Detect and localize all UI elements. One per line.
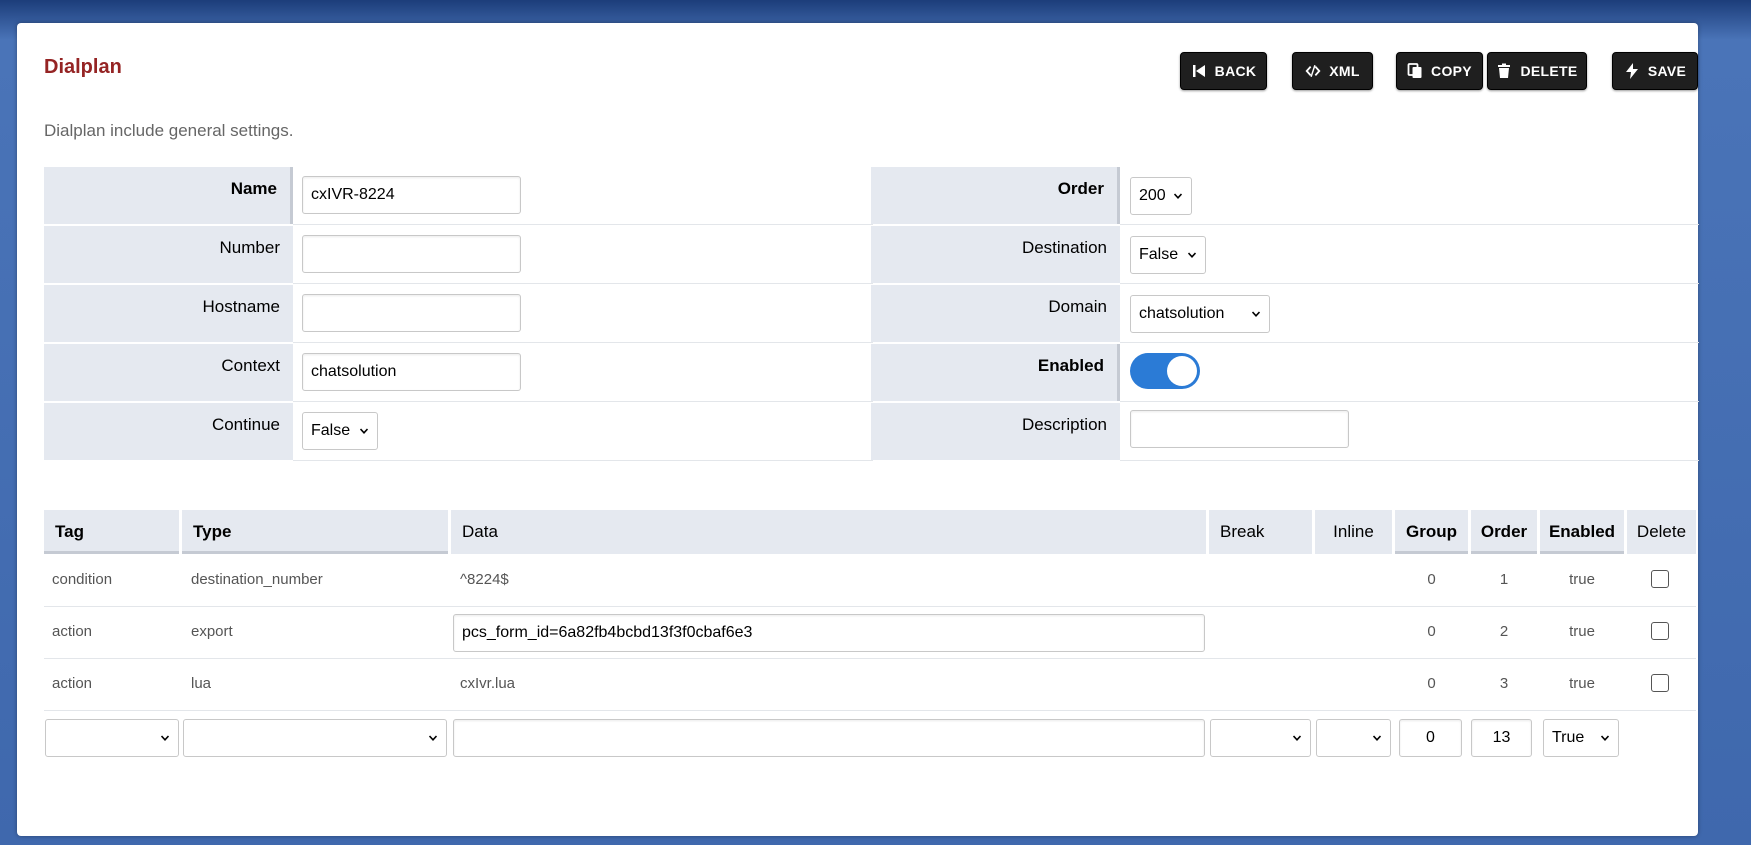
continue-select[interactable]: False — [302, 412, 378, 450]
new-enabled-select[interactable]: True — [1543, 719, 1619, 757]
cell-type: destination_number — [191, 571, 323, 588]
cell-enabled: true — [1569, 675, 1595, 692]
context-input[interactable] — [302, 353, 521, 391]
continue-cell — [293, 403, 873, 461]
chevron-down-icon — [1174, 193, 1182, 199]
enabled-label: Enabled — [871, 344, 1120, 401]
cell-tag: action — [52, 675, 93, 692]
chevron-down-icon — [360, 428, 368, 434]
table-row: condition destination_number ^8224$ 0 1 … — [44, 555, 1696, 607]
cell-order: 3 — [1499, 675, 1509, 692]
description-input[interactable] — [1130, 410, 1349, 448]
back-button-label: BACK — [1214, 63, 1257, 79]
new-enabled-value: True — [1552, 729, 1585, 746]
data-input[interactable] — [453, 614, 1205, 652]
cell-order: 2 — [1499, 623, 1509, 640]
destination-select[interactable]: False — [1130, 236, 1206, 274]
cell-enabled: true — [1569, 571, 1595, 588]
enabled-toggle[interactable] — [1130, 353, 1200, 389]
xml-button[interactable]: XML — [1292, 52, 1373, 90]
chevron-down-icon — [429, 735, 437, 741]
destination-cell — [1120, 226, 1699, 284]
cell-type: export — [191, 623, 233, 640]
domain-select-value: chatsolution — [1139, 305, 1225, 322]
order-select[interactable]: 200 — [1130, 177, 1192, 215]
cell-order: 1 — [1499, 571, 1509, 588]
new-type-select[interactable] — [183, 719, 447, 757]
chevron-down-icon — [1293, 735, 1301, 741]
continue-label: Continue — [44, 403, 293, 460]
toggle-knob — [1167, 356, 1197, 386]
col-header-break: Break — [1209, 510, 1312, 554]
destination-select-value: False — [1139, 246, 1179, 263]
bolt-icon — [1625, 63, 1638, 79]
enabled-cell — [1120, 344, 1699, 402]
table-row: action lua cxIvr.lua 0 3 true — [44, 659, 1696, 711]
cell-type: lua — [191, 675, 212, 692]
chevron-down-icon — [1601, 735, 1609, 741]
order-cell — [1120, 167, 1699, 225]
cell-data: cxIvr.lua — [460, 675, 516, 692]
cell-tag: action — [52, 623, 93, 640]
new-inline-select[interactable] — [1316, 719, 1391, 757]
order-label: Order — [871, 167, 1120, 224]
description-label: Description — [871, 403, 1120, 460]
page-description: Dialplan include general settings. — [44, 121, 294, 140]
delete-checkbox[interactable] — [1651, 674, 1669, 692]
hostname-label: Hostname — [44, 285, 293, 342]
name-input[interactable] — [302, 176, 521, 214]
code-icon — [1305, 65, 1321, 77]
order-select-value: 200 — [1139, 187, 1166, 204]
cell-group: 0 — [1427, 623, 1436, 640]
col-header-delete: Delete — [1627, 510, 1696, 554]
context-label: Context — [44, 344, 293, 401]
chevron-down-icon — [1188, 252, 1196, 258]
new-group-input[interactable] — [1399, 719, 1462, 757]
new-break-select[interactable] — [1210, 719, 1311, 757]
hostname-input[interactable] — [302, 294, 521, 332]
destination-label: Destination — [871, 226, 1120, 283]
delete-button[interactable]: DELETE — [1487, 52, 1587, 90]
cell-enabled: true — [1569, 623, 1595, 640]
page-title: Dialplan — [44, 56, 122, 78]
col-header-enabled: Enabled — [1540, 510, 1624, 554]
trash-icon — [1498, 63, 1511, 78]
chevron-down-icon — [1252, 311, 1260, 317]
back-button[interactable]: BACK — [1180, 52, 1267, 90]
delete-checkbox[interactable] — [1651, 570, 1669, 588]
save-button[interactable]: SAVE — [1612, 52, 1698, 90]
number-input[interactable] — [302, 235, 521, 273]
col-header-group: Group — [1395, 510, 1468, 554]
cell-tag: condition — [52, 571, 113, 588]
cell-group: 0 — [1427, 675, 1436, 692]
new-data-input[interactable] — [453, 719, 1205, 757]
save-button-label: SAVE — [1647, 63, 1687, 79]
copy-button-label: COPY — [1431, 63, 1472, 79]
copy-icon — [1407, 63, 1422, 78]
name-label: Name — [44, 167, 293, 224]
continue-select-value: False — [311, 422, 351, 439]
col-header-data: Data — [451, 510, 1206, 554]
delete-checkbox[interactable] — [1651, 622, 1669, 640]
chevron-down-icon — [161, 735, 169, 741]
cell-group: 0 — [1427, 571, 1436, 588]
cell-data: ^8224$ — [460, 571, 509, 588]
col-header-tag: Tag — [44, 510, 179, 554]
skip-back-icon — [1192, 65, 1205, 77]
copy-button[interactable]: COPY — [1396, 52, 1483, 90]
xml-button-label: XML — [1329, 63, 1360, 79]
domain-select[interactable]: chatsolution — [1130, 295, 1270, 333]
delete-button-label: DELETE — [1520, 63, 1578, 79]
col-header-type: Type — [182, 510, 448, 554]
number-label: Number — [44, 226, 293, 283]
domain-label: Domain — [871, 285, 1120, 342]
table-row: action export 0 2 true — [44, 607, 1696, 659]
new-tag-select[interactable] — [45, 719, 179, 757]
new-order-input[interactable] — [1471, 719, 1532, 757]
col-header-order: Order — [1471, 510, 1537, 554]
col-header-inline: Inline — [1315, 510, 1392, 554]
chevron-down-icon — [1373, 735, 1381, 741]
